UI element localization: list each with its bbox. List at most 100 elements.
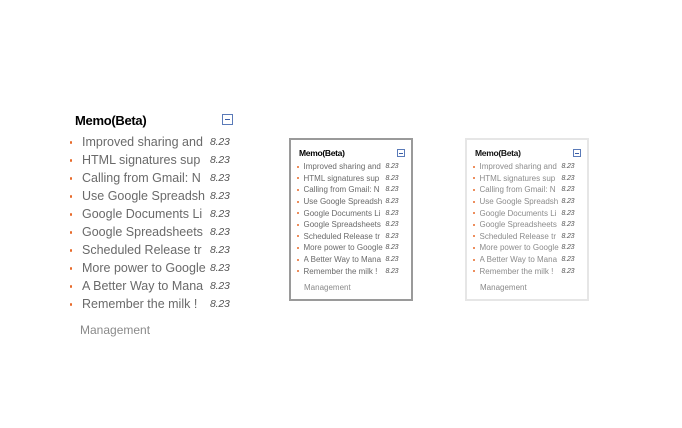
memo-date: 8.23 bbox=[561, 244, 575, 252]
list-item[interactable]: HTML signatures sup 8.23 bbox=[296, 173, 411, 185]
memo-link[interactable]: Use Google Spreadsh bbox=[82, 189, 206, 203]
memo-date: 8.23 bbox=[385, 267, 399, 275]
list-item[interactable]: Improved sharing and 8.23 bbox=[66, 133, 240, 151]
memo-link[interactable]: Calling from Gmail: N bbox=[480, 185, 559, 194]
list-item[interactable]: Google Documents Li 8.23 bbox=[296, 207, 411, 219]
memo-list: Improved sharing and 8.23 HTML signatures… bbox=[472, 161, 587, 277]
list-item[interactable]: Remember the milk ! 8.23 bbox=[472, 265, 587, 277]
list-item[interactable]: Google Spreadsheets 8.23 bbox=[296, 219, 411, 231]
list-item[interactable]: Google Documents Li 8.23 bbox=[66, 205, 240, 223]
bullet-icon bbox=[70, 140, 72, 144]
memo-date: 8.23 bbox=[210, 136, 230, 148]
bullet-icon bbox=[473, 270, 475, 273]
collapse-button[interactable] bbox=[573, 149, 581, 157]
memo-date: 8.23 bbox=[385, 174, 399, 182]
collapse-button[interactable] bbox=[397, 149, 405, 157]
memo-link[interactable]: Google Documents Li bbox=[480, 209, 559, 218]
bullet-icon bbox=[70, 266, 72, 270]
widget-header: Memo(Beta) bbox=[472, 146, 587, 160]
list-item[interactable]: Improved sharing and 8.23 bbox=[472, 161, 587, 173]
memo-link[interactable]: Google Spreadsheets bbox=[480, 220, 559, 229]
management-link[interactable]: Management bbox=[304, 283, 411, 292]
list-item[interactable]: Google Spreadsheets 8.23 bbox=[472, 219, 587, 231]
widget-title: Memo(Beta) bbox=[475, 148, 521, 158]
memo-link[interactable]: Google Documents Li bbox=[304, 209, 383, 218]
bullet-icon bbox=[473, 212, 475, 215]
list-item[interactable]: Calling from Gmail: N 8.23 bbox=[66, 169, 240, 187]
list-item[interactable]: Remember the milk ! 8.23 bbox=[296, 265, 411, 277]
memo-link[interactable]: Improved sharing and bbox=[480, 162, 559, 171]
list-item[interactable]: Use Google Spreadsh 8.23 bbox=[472, 196, 587, 208]
list-item[interactable]: Scheduled Release tr 8.23 bbox=[472, 231, 587, 243]
memo-link[interactable]: A Better Way to Mana bbox=[304, 255, 383, 264]
memo-link[interactable]: HTML signatures sup bbox=[304, 174, 383, 183]
bullet-icon bbox=[297, 165, 299, 168]
memo-link[interactable]: HTML signatures sup bbox=[480, 174, 559, 183]
management-link[interactable]: Management bbox=[80, 323, 240, 337]
memo-link[interactable]: Google Spreadsheets bbox=[82, 225, 206, 239]
list-item[interactable]: Use Google Spreadsh 8.23 bbox=[296, 196, 411, 208]
widget-title: Memo(Beta) bbox=[75, 113, 147, 128]
management-link[interactable]: Management bbox=[480, 283, 587, 292]
bullet-icon bbox=[70, 194, 72, 198]
memo-link[interactable]: Use Google Spreadsh bbox=[304, 197, 383, 206]
memo-widget-small: Memo(Beta) Improved sharing and 8.23 HTML… bbox=[465, 138, 589, 301]
memo-link[interactable]: Improved sharing and bbox=[82, 135, 206, 149]
memo-date: 8.23 bbox=[561, 198, 575, 206]
memo-link[interactable]: Scheduled Release tr bbox=[304, 232, 383, 241]
list-item[interactable]: Scheduled Release tr 8.23 bbox=[296, 231, 411, 243]
memo-date: 8.23 bbox=[210, 280, 230, 292]
list-item[interactable]: Improved sharing and 8.23 bbox=[296, 161, 411, 173]
memo-date: 8.23 bbox=[210, 262, 230, 274]
memo-link[interactable]: Calling from Gmail: N bbox=[82, 171, 206, 185]
list-item[interactable]: Use Google Spreadsh 8.23 bbox=[66, 187, 240, 205]
memo-date: 8.23 bbox=[561, 267, 575, 275]
list-item[interactable]: HTML signatures sup 8.23 bbox=[66, 151, 240, 169]
memo-date: 8.23 bbox=[561, 256, 575, 264]
memo-link[interactable]: Remember the milk ! bbox=[82, 297, 206, 311]
minus-icon bbox=[399, 152, 403, 154]
memo-widget-medium: Memo(Beta) Improved sharing and 8.23 HTML… bbox=[289, 138, 413, 301]
memo-link[interactable]: More power to Google bbox=[480, 243, 559, 252]
list-item[interactable]: Google Spreadsheets 8.23 bbox=[66, 223, 240, 241]
memo-link[interactable]: Improved sharing and bbox=[304, 162, 383, 171]
collapse-button[interactable] bbox=[222, 114, 233, 125]
list-item[interactable]: HTML signatures sup 8.23 bbox=[472, 173, 587, 185]
memo-link[interactable]: Remember the milk ! bbox=[480, 267, 559, 276]
bullet-icon bbox=[297, 188, 299, 191]
memo-link[interactable]: A Better Way to Mana bbox=[480, 255, 559, 264]
memo-link[interactable]: Scheduled Release tr bbox=[82, 243, 206, 257]
memo-link[interactable]: HTML signatures sup bbox=[82, 153, 206, 167]
memo-link[interactable]: Google Documents Li bbox=[82, 207, 206, 221]
memo-link[interactable]: Remember the milk ! bbox=[304, 267, 383, 276]
list-item[interactable]: A Better Way to Mana 8.23 bbox=[472, 254, 587, 266]
memo-link[interactable]: A Better Way to Mana bbox=[82, 279, 206, 293]
memo-link[interactable]: Scheduled Release tr bbox=[480, 232, 559, 241]
memo-date: 8.23 bbox=[561, 163, 575, 171]
list-item[interactable]: Calling from Gmail: N 8.23 bbox=[472, 184, 587, 196]
bullet-icon bbox=[70, 284, 72, 288]
list-item[interactable]: More power to Google 8.23 bbox=[66, 259, 240, 277]
list-item[interactable]: More power to Google 8.23 bbox=[472, 242, 587, 254]
list-item[interactable]: A Better Way to Mana 8.23 bbox=[296, 254, 411, 266]
bullet-icon bbox=[473, 177, 475, 180]
list-item[interactable]: Calling from Gmail: N 8.23 bbox=[296, 184, 411, 196]
list-item[interactable]: A Better Way to Mana 8.23 bbox=[66, 277, 240, 295]
bullet-icon bbox=[297, 235, 299, 238]
bullet-icon bbox=[297, 177, 299, 180]
minus-icon bbox=[575, 152, 579, 154]
list-item[interactable]: Google Documents Li 8.23 bbox=[472, 207, 587, 219]
bullet-icon bbox=[70, 230, 72, 234]
bullet-icon bbox=[297, 212, 299, 215]
list-item[interactable]: Remember the milk ! 8.23 bbox=[66, 295, 240, 313]
memo-link[interactable]: Google Spreadsheets bbox=[304, 220, 383, 229]
memo-link[interactable]: Use Google Spreadsh bbox=[480, 197, 559, 206]
memo-link[interactable]: More power to Google bbox=[304, 243, 383, 252]
memo-link[interactable]: Calling from Gmail: N bbox=[304, 185, 383, 194]
list-item[interactable]: More power to Google 8.23 bbox=[296, 242, 411, 254]
memo-date: 8.23 bbox=[385, 163, 399, 171]
memo-date: 8.23 bbox=[210, 190, 230, 202]
list-item[interactable]: Scheduled Release tr 8.23 bbox=[66, 241, 240, 259]
memo-date: 8.23 bbox=[385, 221, 399, 229]
memo-link[interactable]: More power to Google bbox=[82, 261, 206, 275]
